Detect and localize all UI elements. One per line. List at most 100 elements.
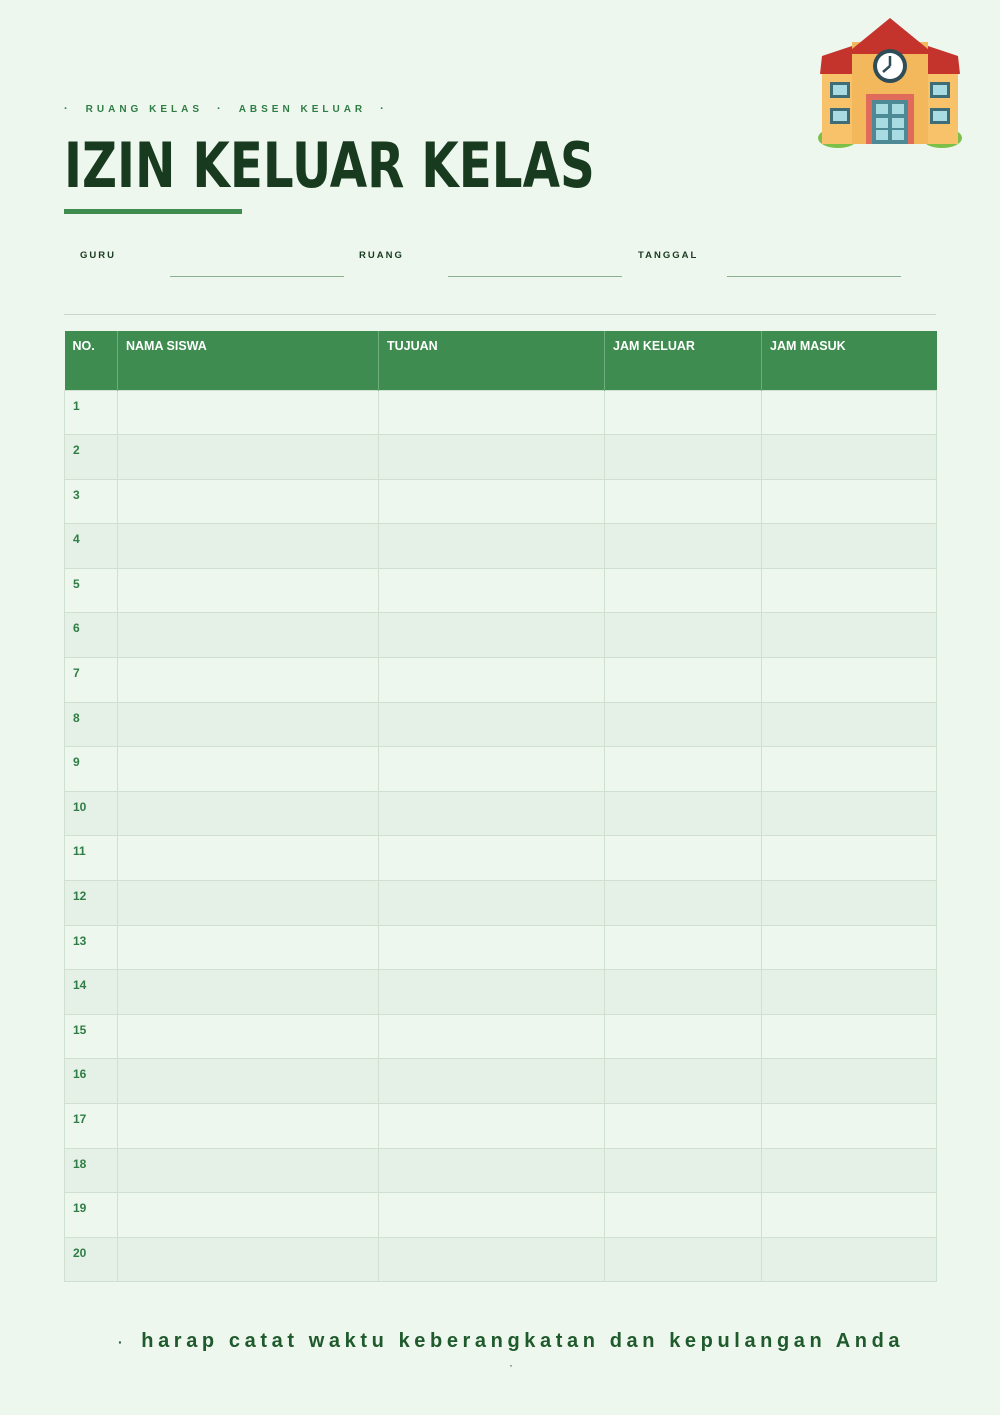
table-cell[interactable] xyxy=(378,478,605,525)
table-cell[interactable] xyxy=(604,880,762,926)
table-cell[interactable] xyxy=(117,880,379,926)
table-cell[interactable] xyxy=(117,657,379,703)
table-cell[interactable] xyxy=(761,880,937,926)
table-cell[interactable] xyxy=(604,924,762,971)
table-cell[interactable] xyxy=(604,657,762,703)
table-cell[interactable] xyxy=(378,746,605,792)
table-cell[interactable] xyxy=(378,701,605,748)
table-cell[interactable] xyxy=(604,434,762,480)
table-cell[interactable] xyxy=(117,478,379,525)
table-cell[interactable] xyxy=(761,746,937,792)
table-cell[interactable] xyxy=(117,567,379,614)
row-number: 4 xyxy=(64,523,118,569)
table-row: 8 xyxy=(64,701,937,748)
table-cell[interactable] xyxy=(378,389,605,436)
teacher-input-line[interactable] xyxy=(170,276,344,277)
table-cell[interactable] xyxy=(117,835,379,882)
table-cell[interactable] xyxy=(604,835,762,882)
table-cell[interactable] xyxy=(117,434,379,480)
table-cell[interactable] xyxy=(378,1192,605,1238)
table-row: 5 xyxy=(64,567,937,614)
column-header: NO. xyxy=(64,331,118,390)
table-cell[interactable] xyxy=(117,612,379,659)
table-cell[interactable] xyxy=(761,969,937,1015)
column-header: TUJUAN xyxy=(378,331,605,390)
table-cell[interactable] xyxy=(117,1013,379,1060)
table-cell[interactable] xyxy=(604,701,762,748)
table-cell[interactable] xyxy=(604,612,762,659)
row-number: 11 xyxy=(64,835,118,882)
table-cell[interactable] xyxy=(117,523,379,569)
row-number: 5 xyxy=(64,567,118,614)
table-cell[interactable] xyxy=(378,567,605,614)
table-cell[interactable] xyxy=(604,1192,762,1238)
table-row: 12 xyxy=(64,880,937,926)
row-number: 19 xyxy=(64,1192,118,1238)
table-cell[interactable] xyxy=(761,1013,937,1060)
table-cell[interactable] xyxy=(604,1013,762,1060)
table-cell[interactable] xyxy=(378,1147,605,1194)
table-cell[interactable] xyxy=(117,389,379,436)
date-input-line[interactable] xyxy=(727,276,901,277)
table-cell[interactable] xyxy=(378,1058,605,1104)
table-cell[interactable] xyxy=(117,790,379,837)
table-cell[interactable] xyxy=(761,1058,937,1104)
table-cell[interactable] xyxy=(117,1058,379,1104)
table-cell[interactable] xyxy=(604,746,762,792)
table-cell[interactable] xyxy=(378,657,605,703)
eyebrow-right: ABSEN KELUAR xyxy=(238,103,367,115)
date-label: TANGGAL xyxy=(638,250,699,261)
table-cell[interactable] xyxy=(604,523,762,569)
table-cell[interactable] xyxy=(378,969,605,1015)
table-cell[interactable] xyxy=(378,612,605,659)
table-cell[interactable] xyxy=(117,1147,379,1194)
table-cell[interactable] xyxy=(117,969,379,1015)
table-cell[interactable] xyxy=(378,1013,605,1060)
table-cell[interactable] xyxy=(604,389,762,436)
table-cell[interactable] xyxy=(761,790,937,837)
room-input-line[interactable] xyxy=(448,276,622,277)
table-cell[interactable] xyxy=(761,434,937,480)
table-cell[interactable] xyxy=(117,1192,379,1238)
table-cell[interactable] xyxy=(604,1236,762,1283)
table-cell[interactable] xyxy=(378,790,605,837)
table-cell[interactable] xyxy=(604,1147,762,1194)
table-cell[interactable] xyxy=(761,701,937,748)
table-cell[interactable] xyxy=(378,880,605,926)
footer-dot: · xyxy=(509,1358,513,1372)
table-cell[interactable] xyxy=(604,478,762,525)
table-cell[interactable] xyxy=(604,1058,762,1104)
row-number: 6 xyxy=(64,612,118,659)
table-cell[interactable] xyxy=(378,434,605,480)
table-cell[interactable] xyxy=(761,523,937,569)
table-row: 13 xyxy=(64,924,937,971)
table-cell[interactable] xyxy=(604,969,762,1015)
table-cell[interactable] xyxy=(761,478,937,525)
table-cell[interactable] xyxy=(761,1236,937,1283)
table-cell[interactable] xyxy=(761,924,937,971)
table-row: 6 xyxy=(64,612,937,659)
table-cell[interactable] xyxy=(604,567,762,614)
table-cell[interactable] xyxy=(378,835,605,882)
table-cell[interactable] xyxy=(378,1103,605,1149)
table-row: 4 xyxy=(64,523,937,569)
table-cell[interactable] xyxy=(761,657,937,703)
table-cell[interactable] xyxy=(761,1147,937,1194)
table-cell[interactable] xyxy=(117,746,379,792)
table-cell[interactable] xyxy=(604,790,762,837)
table-cell[interactable] xyxy=(761,567,937,614)
table-cell[interactable] xyxy=(378,924,605,971)
table-cell[interactable] xyxy=(761,1103,937,1149)
table-cell[interactable] xyxy=(378,1236,605,1283)
row-number: 3 xyxy=(64,478,118,525)
table-cell[interactable] xyxy=(117,1103,379,1149)
table-cell[interactable] xyxy=(378,523,605,569)
table-cell[interactable] xyxy=(761,835,937,882)
table-cell[interactable] xyxy=(604,1103,762,1149)
table-cell[interactable] xyxy=(117,701,379,748)
table-cell[interactable] xyxy=(761,1192,937,1238)
table-cell[interactable] xyxy=(117,1236,379,1283)
table-cell[interactable] xyxy=(117,924,379,971)
table-cell[interactable] xyxy=(761,612,937,659)
table-cell[interactable] xyxy=(761,389,937,436)
